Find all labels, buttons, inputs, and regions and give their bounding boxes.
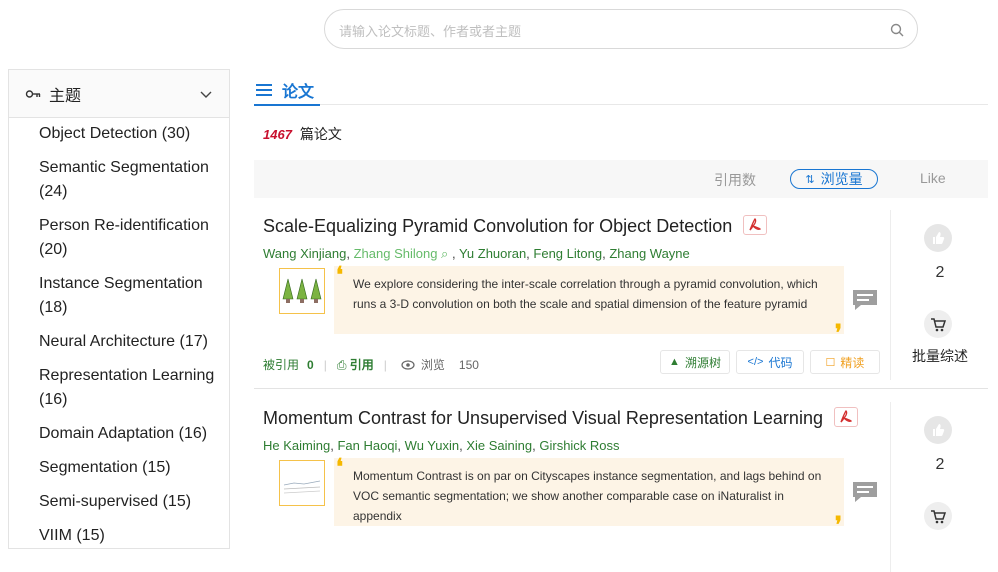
tab-papers[interactable]: 论文 (254, 76, 320, 106)
paper-divider (254, 388, 988, 389)
topic-header[interactable]: 主题 (9, 70, 229, 118)
topic-item-object-detection[interactable]: Object Detection (30) (39, 122, 221, 146)
abstract-box: ❛ We explore considering the inter-scale… (334, 262, 844, 344)
author-link[interactable]: Feng Litong (533, 246, 602, 261)
paper-title[interactable]: Momentum Contrast for Unsupervised Visua… (263, 408, 823, 428)
quote-close-icon: ❜ (834, 320, 842, 345)
topic-list: Object Detection (30) Semantic Segmentat… (9, 118, 229, 548)
author-link[interactable]: Zhang Wayne (609, 246, 689, 261)
author-link[interactable]: Fan Haoqi (337, 438, 397, 453)
read-icon: ☐ (825, 356, 836, 369)
cite-button[interactable]: ⎙ 引用 (337, 356, 374, 373)
result-count-suffix: 篇论文 (299, 126, 342, 142)
tab-papers-label: 论文 (282, 84, 315, 101)
paper-title-row: Scale-Equalizing Pyramid Convolution for… (263, 215, 768, 237)
topic-item-semantic-segmentation[interactable]: Semantic Segmentation (24) (39, 156, 221, 204)
close-read-button[interactable]: ☐ 精读 (810, 350, 880, 374)
topic-item-person-reid[interactable]: Person Re-identification (20) (39, 214, 221, 262)
pdf-icon[interactable] (743, 215, 768, 236)
author-list: He Kaiming, Fan Haoqi, Wu Yuxin, Xie Sai… (263, 438, 620, 453)
tree-icon: ▲ (669, 356, 680, 368)
sort-by-views-label: 浏览量 (820, 171, 863, 187)
abstract-box: ❛ Momentum Contrast is on par on Citysca… (334, 454, 844, 536)
thumbs-up-icon[interactable] (924, 224, 952, 252)
trace-tree-button[interactable]: ▲ 溯源树 (660, 350, 730, 374)
topic-item-viim[interactable]: VIIM (15) (39, 524, 221, 548)
paper-title[interactable]: Scale-Equalizing Pyramid Convolution for… (263, 216, 732, 236)
cite-label: 引用 (349, 358, 374, 372)
author-link[interactable]: Xie Saining (466, 438, 532, 453)
code-icon: </> (747, 356, 764, 368)
paper-title-row: Momentum Contrast for Unsupervised Visua… (263, 407, 858, 429)
topic-title: 主题 (49, 87, 82, 105)
batch-review-button[interactable]: 批量综述 (891, 346, 989, 366)
view-label: 浏览 (420, 358, 445, 372)
paper-thumbnail[interactable] (279, 268, 325, 314)
search-input[interactable] (337, 19, 881, 43)
cited-label: 被引用 (263, 358, 300, 372)
pdf-icon[interactable] (833, 407, 858, 428)
author-link[interactable]: Zhang Shilong (354, 246, 438, 261)
trace-tree-label: 溯源树 (684, 355, 721, 370)
thumbs-up-icon[interactable] (924, 416, 952, 444)
author-list: Wang Xinjiang, Zhang Shilong ⌕ , Yu Zhuo… (263, 246, 690, 261)
key-icon (25, 89, 41, 98)
eye-icon (401, 359, 415, 370)
topic-sidebar: 主题 Object Detection (30) Semantic Segmen… (8, 69, 230, 549)
author-link[interactable]: Girshick Ross (539, 438, 619, 453)
tab-divider (320, 104, 988, 105)
result-count: 1467 篇论文 (254, 110, 988, 158)
cart-icon[interactable] (924, 310, 952, 338)
search-author-icon[interactable]: ⌕ (437, 246, 448, 261)
view-count: 150 (458, 357, 479, 372)
comment-icon[interactable] (851, 480, 879, 504)
abstract-text: We explore considering the inter-scale c… (353, 277, 818, 311)
close-read-label: 精读 (840, 355, 865, 370)
quote-open-icon: ❛ (336, 262, 344, 287)
topic-item-instance-segmentation[interactable]: Instance Segmentation (18) (39, 272, 221, 320)
menu-icon (256, 84, 272, 96)
cite-icon: ⎙ (336, 358, 350, 372)
topic-item-neural-architecture[interactable]: Neural Architecture (17) (39, 330, 221, 354)
search-icon[interactable] (889, 22, 905, 38)
like-count: 2 (935, 456, 945, 473)
result-count-number: 1467 (263, 126, 292, 142)
topic-item-representation-learning[interactable]: Representation Learning (16) (39, 364, 221, 412)
cited-count: 0 (307, 357, 314, 372)
quote-open-icon: ❛ (336, 454, 344, 479)
sort-by-views[interactable]: ⇅ 浏览量 (790, 169, 878, 189)
sort-by-citations[interactable]: 引用数 (714, 170, 756, 190)
author-link[interactable]: He Kaiming (263, 438, 330, 453)
cart-icon[interactable] (924, 502, 952, 530)
paper-side-actions: 2 批量综述 (890, 210, 989, 380)
paper-meta: 被引用 0 | ⎙ 引用 | 浏览 150 (263, 356, 479, 373)
author-link[interactable]: Yu Zhuoran (459, 246, 526, 261)
sort-by-like[interactable]: Like (920, 170, 946, 186)
code-button[interactable]: </> 代码 (736, 350, 804, 374)
search-bar (324, 9, 918, 49)
sort-bar: 引用数 ⇅ 浏览量 Like (254, 160, 988, 198)
abstract-text: Momentum Contrast is on par on Cityscape… (353, 469, 822, 523)
paper-thumbnail[interactable] (279, 460, 325, 506)
author-link[interactable]: Wang Xinjiang (263, 246, 346, 261)
topic-item-domain-adaptation[interactable]: Domain Adaptation (16) (39, 422, 221, 446)
comment-icon[interactable] (851, 288, 879, 312)
code-label: 代码 (768, 355, 793, 370)
chevron-down-icon[interactable] (199, 87, 213, 101)
sort-arrows-icon: ⇅ (805, 173, 815, 186)
topic-item-segmentation[interactable]: Segmentation (15) (39, 456, 221, 480)
paper-side-actions: 2 (890, 402, 989, 572)
author-link[interactable]: Wu Yuxin (405, 438, 459, 453)
topic-item-semi-supervised[interactable]: Semi-supervised (15) (39, 490, 221, 514)
like-count: 2 (935, 264, 945, 281)
